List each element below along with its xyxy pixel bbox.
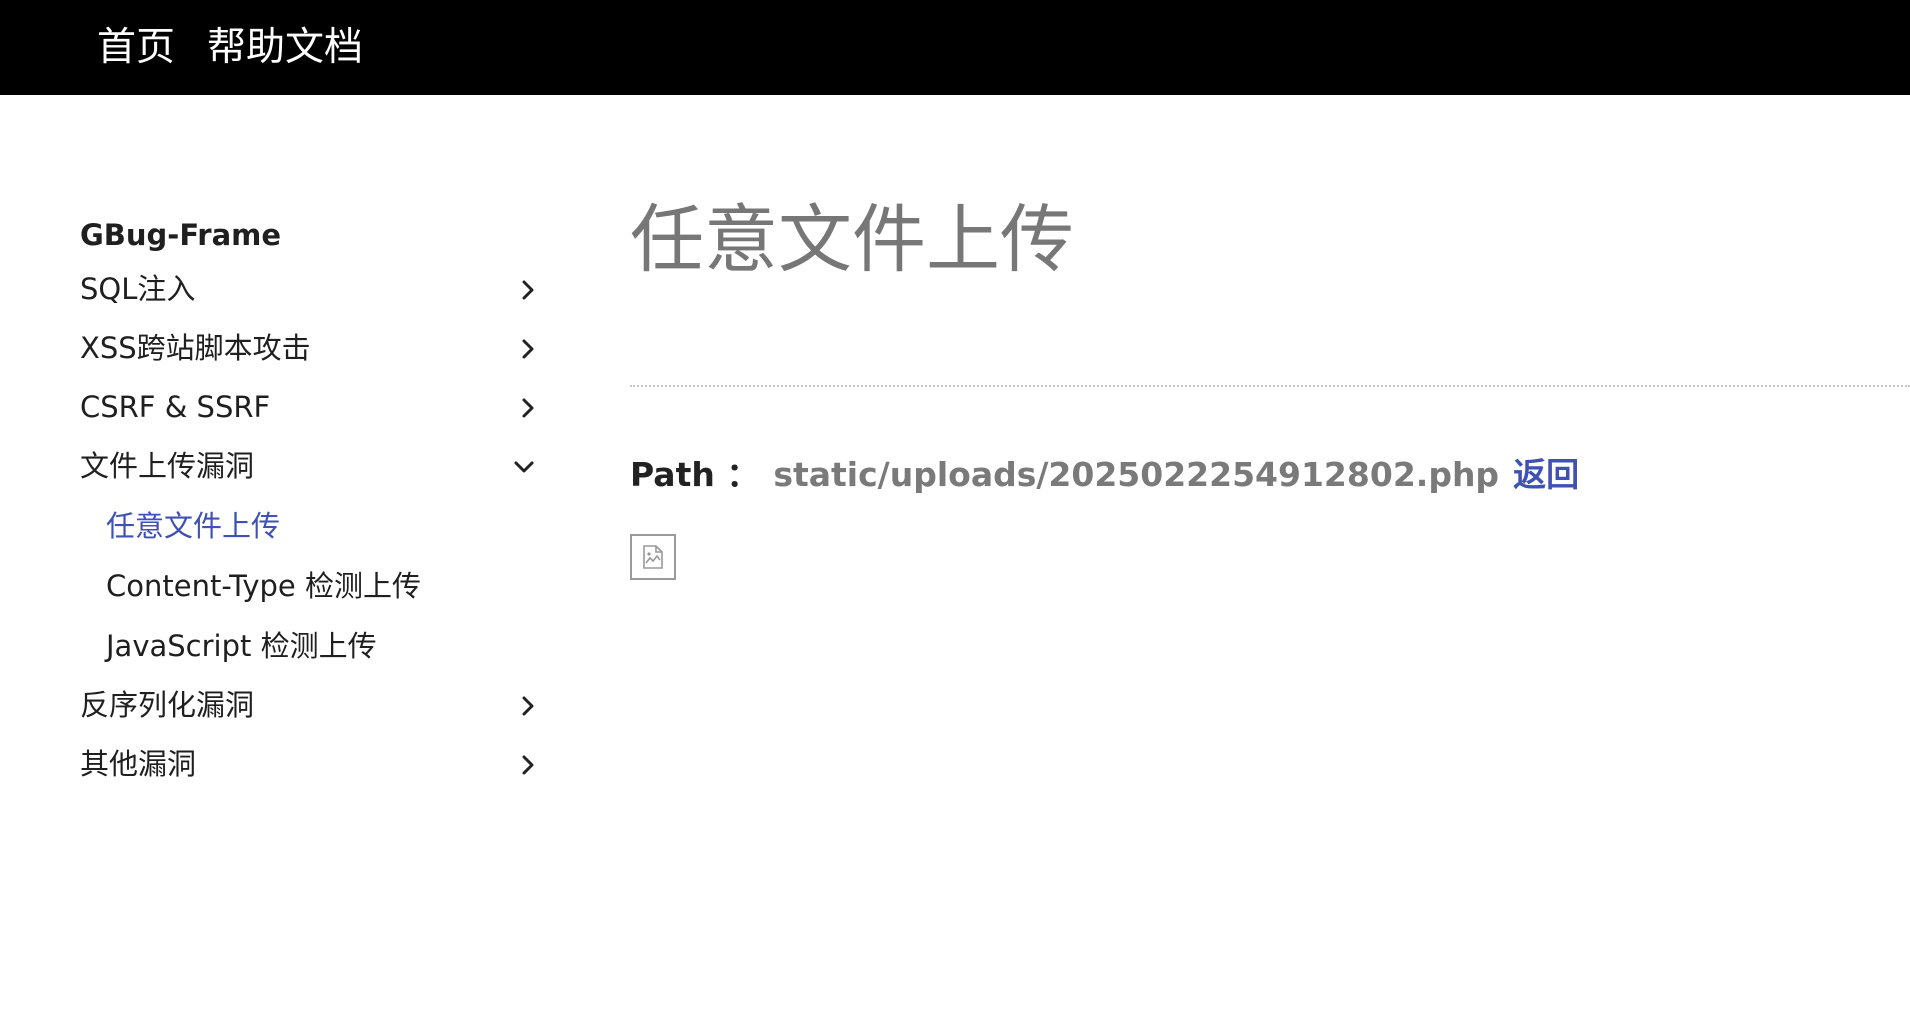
sidebar-item-label: CSRF & SSRF xyxy=(80,390,271,424)
sidebar-item-label: 文件上传漏洞 xyxy=(80,449,255,483)
path-value: static/uploads/2025022254912802.php xyxy=(773,455,1500,494)
main-content: 任意文件上传 Path ： static/uploads/202502225491… xyxy=(630,197,1910,580)
chevron-right-icon xyxy=(520,676,536,735)
nav-home-link[interactable]: 首页 xyxy=(97,28,175,67)
page-title: 任意文件上传 xyxy=(630,197,1074,283)
sidebar-item-sql-injection[interactable]: SQL注入 xyxy=(80,260,540,319)
sidebar-item-label: SQL注入 xyxy=(80,272,196,306)
sidebar-item-csrf-ssrf[interactable]: CSRF & SSRF xyxy=(80,378,540,437)
sidebar-item-xss[interactable]: XSS跨站脚本攻击 xyxy=(80,319,540,378)
chevron-down-icon xyxy=(512,437,536,496)
sidebar-item-file-upload[interactable]: 文件上传漏洞 xyxy=(80,437,540,496)
chevron-right-icon xyxy=(520,378,536,437)
sidebar: GBug-Frame SQL注入 XSS跨站脚本攻击 CSRF & SSRF 文… xyxy=(80,210,540,794)
sidebar-item-label: 反序列化漏洞 xyxy=(80,688,255,722)
upload-path-row: Path ： static/uploads/2025022254912802.ph… xyxy=(630,448,1579,496)
sidebar-subitem-arbitrary-upload[interactable]: 任意文件上传 xyxy=(80,496,540,556)
sidebar-item-deserialization[interactable]: 反序列化漏洞 xyxy=(80,676,540,735)
top-navbar: 首页 帮助文档 xyxy=(0,0,1910,95)
sidebar-item-label: XSS跨站脚本攻击 xyxy=(80,331,311,365)
sidebar-item-other-vulns[interactable]: 其他漏洞 xyxy=(80,735,540,794)
sidebar-subitem-javascript-upload[interactable]: JavaScript 检测上传 xyxy=(80,616,540,676)
back-link[interactable]: 返回 xyxy=(1513,455,1579,494)
sidebar-subitem-content-type-upload[interactable]: Content-Type 检测上传 xyxy=(80,556,540,616)
chevron-right-icon xyxy=(520,735,536,794)
chevron-right-icon xyxy=(520,260,536,319)
broken-image-icon xyxy=(630,534,676,580)
nav-help-link[interactable]: 帮助文档 xyxy=(207,28,363,67)
sidebar-item-label: 其他漏洞 xyxy=(80,747,197,781)
chevron-right-icon xyxy=(520,319,536,378)
sidebar-brand[interactable]: GBug-Frame xyxy=(80,210,540,260)
path-label: Path ： xyxy=(630,455,760,494)
divider xyxy=(630,385,1910,387)
